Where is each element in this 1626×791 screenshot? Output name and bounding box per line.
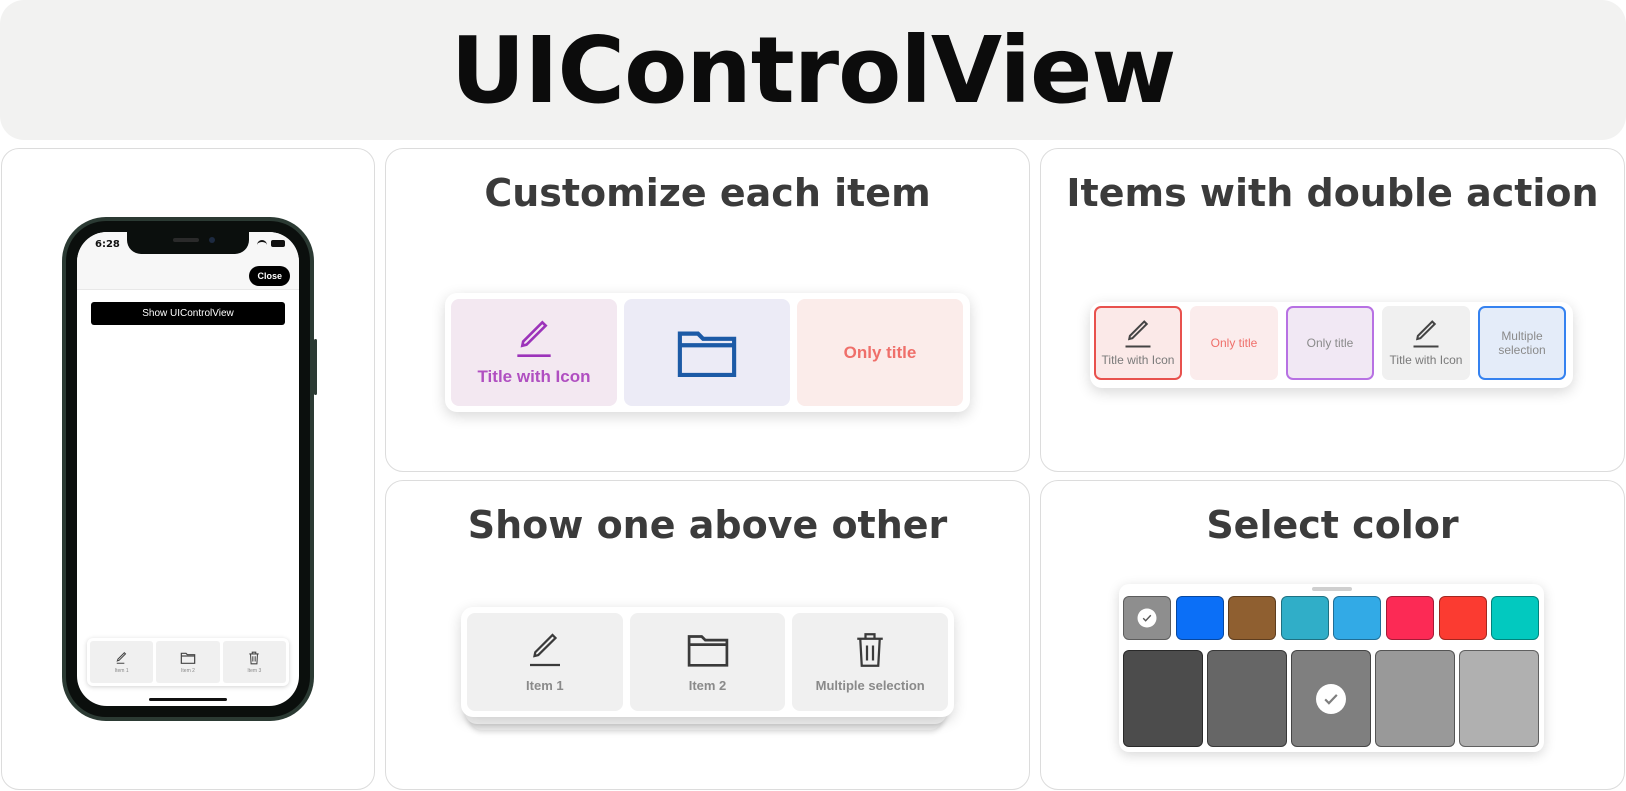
phone-notch	[127, 232, 249, 254]
pencil-icon	[1125, 320, 1151, 348]
double-action-item-5[interactable]: Multiple selection	[1478, 306, 1566, 380]
mini-item-label: Item 1	[114, 667, 129, 674]
status-icons	[257, 240, 285, 247]
mini-item-label: Item 3	[247, 667, 262, 674]
above-other-title: Show one above other	[467, 503, 948, 547]
mini-item-2[interactable]: Item 2	[156, 641, 220, 683]
double-action-item-1[interactable]: Title with Icon	[1094, 306, 1182, 380]
double-action-item-2[interactable]: Only title	[1190, 306, 1278, 380]
color-swatch[interactable]	[1491, 596, 1540, 640]
folder-icon	[687, 634, 728, 667]
folder-icon	[180, 652, 196, 664]
page-title: UIControlView	[450, 16, 1177, 124]
double-action-item-3[interactable]: Only title	[1286, 306, 1374, 380]
color-swatch[interactable]	[1280, 596, 1329, 640]
folder-icon	[677, 331, 737, 377]
above-other-label: Multiple selection	[815, 677, 925, 693]
double-action-title: Items with double action	[1066, 171, 1599, 215]
mini-item-3[interactable]: Item 3	[222, 641, 286, 683]
double-action-tray: Title with Icon Only title Only title Ti…	[1090, 302, 1573, 388]
mini-control-bar: Item 1 Item 2 Item 3	[87, 638, 289, 686]
customize-item-label: Only title	[843, 342, 917, 362]
home-indicator	[149, 698, 227, 701]
above-other-item-2[interactable]: Item 2	[629, 613, 786, 711]
shade-swatch[interactable]	[1459, 650, 1539, 747]
mini-item-label: Item 2	[181, 667, 195, 674]
customize-item-title-with-icon[interactable]: Title with Icon	[451, 299, 617, 406]
double-action-item-4[interactable]: Title with Icon	[1382, 306, 1470, 380]
shade-swatch[interactable]	[1123, 650, 1203, 747]
checkmark-icon	[1316, 683, 1346, 714]
customize-item-label: Title with Icon	[477, 366, 591, 386]
trash-icon	[249, 651, 259, 664]
color-swatch[interactable]	[1333, 596, 1382, 640]
phone-side-button	[314, 339, 317, 395]
customize-tray: Title with Icon Only title	[445, 293, 970, 412]
double-action-label: Title with Icon	[1389, 353, 1463, 367]
pencil-icon	[1413, 320, 1439, 348]
double-action-label: Multiple selection	[1498, 329, 1546, 357]
trash-icon	[857, 632, 883, 667]
show-uicontrolview-button[interactable]: Show UIControlView	[91, 302, 285, 325]
checkmark-icon	[1137, 608, 1157, 628]
color-swatch[interactable]	[1175, 596, 1224, 640]
shade-swatch[interactable]	[1207, 650, 1287, 747]
color-swatch[interactable]	[1123, 596, 1171, 640]
shade-swatch[interactable]	[1375, 650, 1455, 747]
select-color-title: Select color	[1206, 503, 1459, 547]
wifi-icon	[257, 240, 267, 247]
phone-mockup: 6:28 Close Show UIControlView Item 1 Ite…	[62, 217, 314, 721]
battery-icon	[271, 240, 285, 247]
color-swatch[interactable]	[1438, 596, 1487, 640]
color-picker	[1119, 584, 1544, 752]
pencil-icon	[529, 632, 560, 666]
pencil-icon	[517, 319, 551, 357]
color-swatch[interactable]	[1386, 596, 1434, 640]
pencil-icon	[116, 651, 126, 664]
sheet-grabber[interactable]	[1311, 587, 1352, 591]
double-action-label: Title with Icon	[1101, 353, 1175, 367]
status-time: 6:28	[95, 239, 120, 250]
customize-item-only-title[interactable]: Only title	[797, 299, 963, 406]
phone-screen: 6:28 Close Show UIControlView Item 1 Ite…	[77, 232, 299, 706]
above-other-item-3[interactable]: Multiple selection	[792, 613, 949, 711]
close-button[interactable]: Close	[249, 266, 290, 286]
double-action-label: Only title	[1306, 336, 1354, 350]
above-other-label: Item 2	[688, 677, 727, 693]
above-other-item-1[interactable]: Item 1	[467, 613, 623, 711]
above-other-tray: Item 1 Item 2 Multiple selection	[461, 607, 954, 717]
color-swatch[interactable]	[1228, 596, 1277, 640]
double-action-label: Only title	[1210, 336, 1258, 350]
customize-item-icon-only[interactable]	[624, 299, 790, 406]
mini-item-1[interactable]: Item 1	[90, 641, 154, 683]
customize-title: Customize each item	[484, 171, 931, 215]
header-banner: UIControlView	[0, 0, 1626, 140]
above-other-label: Item 1	[526, 677, 564, 693]
shade-swatch[interactable]	[1291, 650, 1371, 747]
